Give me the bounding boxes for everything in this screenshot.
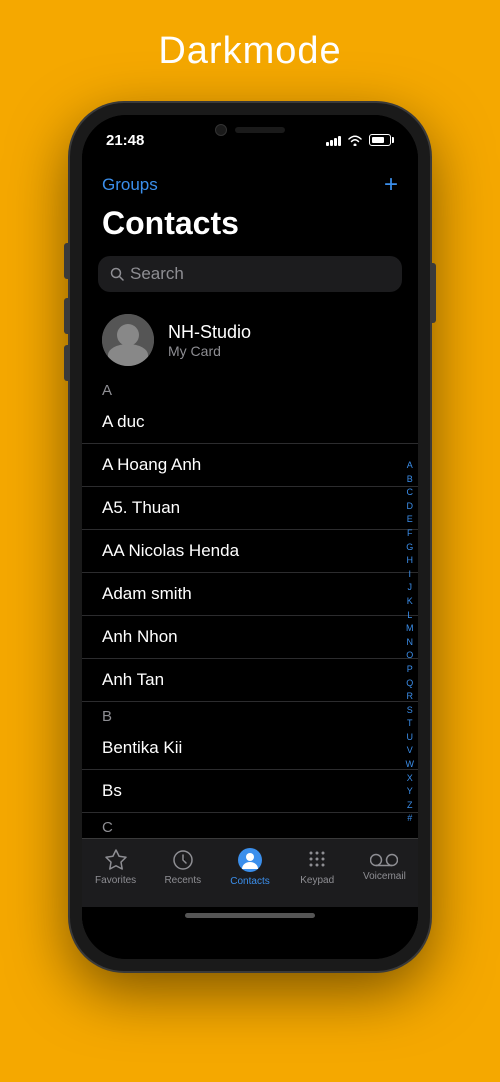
- section-header-b: B: [82, 702, 418, 727]
- app-content: Groups + Contacts Search: [82, 159, 418, 959]
- index-h[interactable]: H: [406, 554, 415, 567]
- tab-contacts[interactable]: Contacts: [216, 847, 283, 887]
- list-item[interactable]: A duc: [82, 401, 418, 444]
- index-f[interactable]: F: [406, 527, 415, 540]
- index-k[interactable]: K: [406, 595, 415, 608]
- avatar: [102, 314, 154, 366]
- tab-voicemail-label: Voicemail: [363, 871, 406, 882]
- tab-bar: Favorites Recents Contacts: [82, 838, 418, 907]
- notch: [170, 115, 330, 145]
- index-w[interactable]: W: [406, 758, 415, 771]
- index-i[interactable]: I: [406, 568, 415, 581]
- search-placeholder: Search: [130, 264, 184, 284]
- index-t[interactable]: T: [406, 717, 415, 730]
- wifi-icon: [347, 134, 363, 146]
- section-header-c: C: [82, 813, 418, 838]
- clock-icon: [171, 848, 195, 872]
- index-e[interactable]: E: [406, 513, 415, 526]
- list-item[interactable]: A5. Thuan: [82, 487, 418, 530]
- index-o[interactable]: O: [406, 649, 415, 662]
- vol-up-button: [64, 298, 68, 334]
- tab-keypad-label: Keypad: [300, 875, 334, 886]
- phone-screen: 21:48: [82, 115, 418, 959]
- index-p[interactable]: P: [406, 663, 415, 676]
- index-u[interactable]: U: [406, 731, 415, 744]
- tab-recents[interactable]: Recents: [149, 848, 216, 886]
- page-title-text: Darkmode: [158, 30, 341, 73]
- index-m[interactable]: M: [406, 622, 415, 635]
- index-j[interactable]: J: [406, 581, 415, 594]
- index-g[interactable]: G: [406, 541, 415, 554]
- index-y[interactable]: Y: [406, 785, 415, 798]
- status-time: 21:48: [106, 132, 144, 149]
- tab-favorites[interactable]: Favorites: [82, 848, 149, 886]
- index-c[interactable]: C: [406, 486, 415, 499]
- my-card-info: NH-Studio My Card: [168, 322, 251, 359]
- list-item[interactable]: Bs: [82, 770, 418, 813]
- index-b[interactable]: B: [406, 473, 415, 486]
- index-n[interactable]: N: [406, 636, 415, 649]
- status-right: [326, 134, 394, 146]
- vol-down-button: [64, 345, 68, 381]
- tab-contacts-label: Contacts: [230, 876, 269, 887]
- tab-favorites-label: Favorites: [95, 875, 136, 886]
- index-v[interactable]: V: [406, 744, 415, 757]
- nav-bar: Groups +: [82, 159, 418, 203]
- list-item[interactable]: Bentika Kii: [82, 727, 418, 770]
- star-icon: [104, 848, 128, 872]
- index-bar[interactable]: A B C D E F G H I J K L M N O P Q R S T: [406, 459, 415, 825]
- home-indicator: [82, 907, 418, 928]
- person-icon: [237, 847, 263, 873]
- index-l[interactable]: L: [406, 609, 415, 622]
- search-icon: [110, 267, 124, 281]
- index-z[interactable]: Z: [406, 799, 415, 812]
- my-card-subtitle: My Card: [168, 343, 251, 359]
- grid-icon: [305, 848, 329, 872]
- tab-recents-label: Recents: [164, 875, 201, 886]
- contact-list: A A duc A Hoang Anh A5. Thuan AA Nicolas…: [82, 376, 418, 838]
- my-card-name: NH-Studio: [168, 322, 251, 343]
- tab-voicemail[interactable]: Voicemail: [351, 852, 418, 882]
- add-contact-button[interactable]: +: [384, 171, 398, 199]
- notch-speaker: [235, 127, 285, 133]
- tab-keypad[interactable]: Keypad: [284, 848, 351, 886]
- list-item[interactable]: AA Nicolas Henda: [82, 530, 418, 573]
- index-r[interactable]: R: [406, 690, 415, 703]
- list-item[interactable]: Anh Nhon: [82, 616, 418, 659]
- search-bar[interactable]: Search: [98, 256, 402, 292]
- my-card[interactable]: NH-Studio My Card: [82, 304, 418, 376]
- groups-button[interactable]: Groups: [102, 175, 158, 195]
- index-x[interactable]: X: [406, 772, 415, 785]
- contacts-title: Contacts: [102, 205, 398, 242]
- section-header-a: A: [82, 376, 418, 401]
- index-q[interactable]: Q: [406, 677, 415, 690]
- index-a[interactable]: A: [406, 459, 415, 472]
- list-item[interactable]: Anh Tan: [82, 659, 418, 702]
- page-header: Contacts: [82, 203, 418, 252]
- phone-frame: 21:48: [70, 103, 430, 971]
- index-s[interactable]: S: [406, 704, 415, 717]
- notch-cam: [215, 124, 227, 136]
- home-bar: [185, 913, 315, 918]
- voicemail-icon: [370, 852, 398, 868]
- index-hash[interactable]: #: [406, 812, 415, 825]
- list-item[interactable]: A Hoang Anh: [82, 444, 418, 487]
- index-d[interactable]: D: [406, 500, 415, 513]
- list-item[interactable]: Adam smith: [82, 573, 418, 616]
- battery-icon: [369, 134, 394, 146]
- signal-icon: [326, 134, 341, 146]
